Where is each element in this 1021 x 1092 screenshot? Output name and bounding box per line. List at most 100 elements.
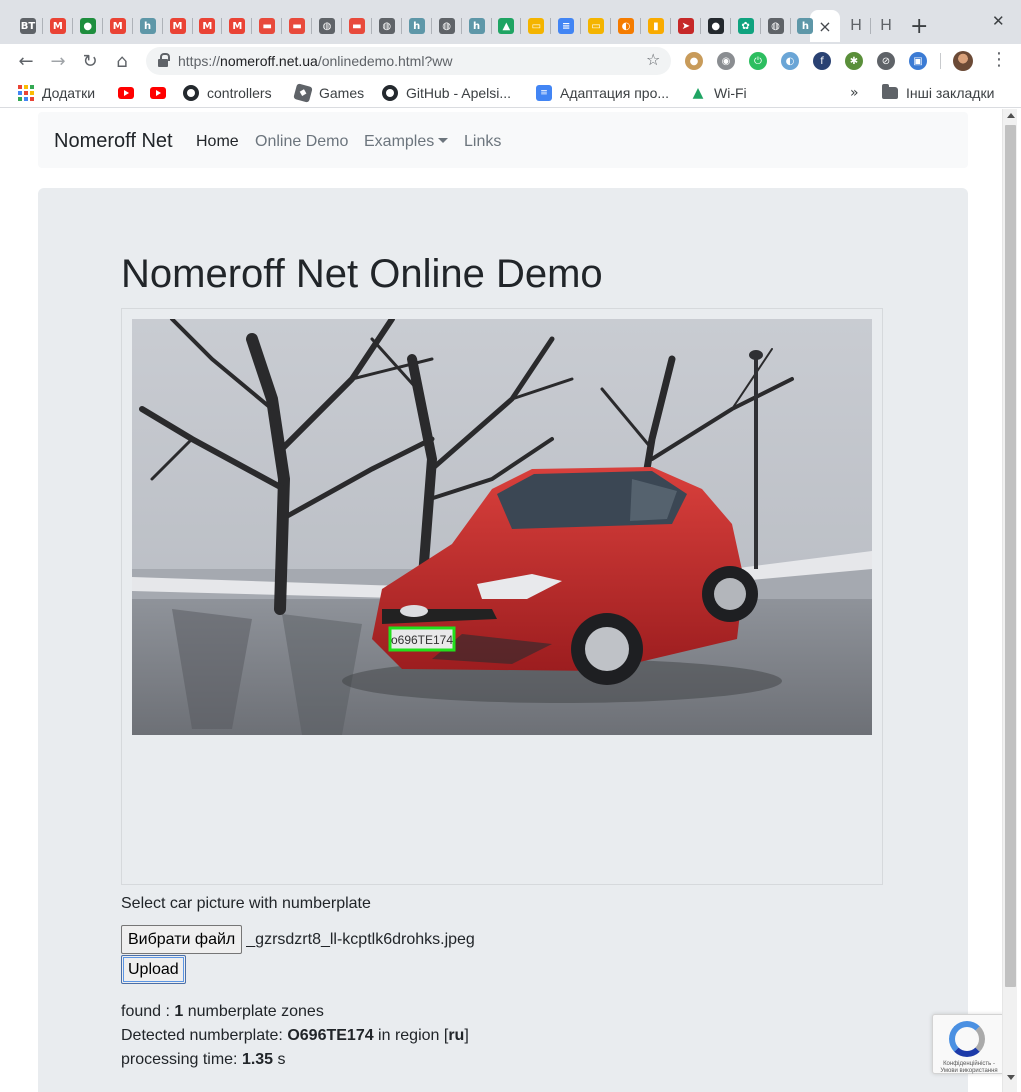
bookmark-youtube-2[interactable] [150,83,166,103]
tab-partial-1[interactable]: H [842,10,870,42]
tab-separator [580,18,582,34]
tab-slides[interactable]: ▭ [582,10,610,42]
select-picture-label: Select car picture with numberplate [121,895,371,912]
choose-file-button[interactable]: Вибрати файл [121,925,243,954]
new-tab-button[interactable]: + [910,14,928,39]
tab-github[interactable]: ● [702,10,730,42]
tab-separator [490,18,492,34]
forward-arrow-icon[interactable]: → [47,50,69,72]
tab-separator [71,18,73,34]
tab-h[interactable]: h [403,10,431,42]
tab-orange[interactable]: ◐ [612,10,640,42]
apps-grid-icon [18,85,34,101]
site-navbar: Nomeroff Net Home Online Demo Examples L… [38,112,968,168]
tab-gmail[interactable]: M [164,10,192,42]
bookmark-adaptation[interactable]: ≡ Адаптация про... [536,83,669,103]
tab-globe[interactable]: ◍ [313,10,341,42]
bookmark-youtube-1[interactable] [118,83,134,103]
other-bookmarks-folder[interactable]: Інші закладки [882,83,994,103]
extension-capture-icon[interactable]: ▣ [909,52,927,70]
h-icon: h [408,18,425,34]
tab-h[interactable]: h [463,10,491,42]
tab-frog[interactable]: ● [74,10,102,42]
tab-openai[interactable]: ✿ [732,10,760,42]
extension-fedora-icon[interactable]: f [813,52,831,70]
window-close-icon[interactable]: ✕ [992,12,1005,30]
gmail-icon: M [109,18,126,34]
scroll-up-arrow-icon[interactable] [1007,113,1015,118]
nav-online-demo[interactable]: Online Demo [255,133,348,151]
upload-wrapper: Upload [121,955,186,984]
reload-icon[interactable]: ↻ [79,50,101,72]
recaptcha-privacy-text[interactable]: Конфіденційність - Умови використання [935,1061,1003,1075]
site-brand[interactable]: Nomeroff Net [54,130,173,153]
tab-separator [42,18,43,34]
address-bar[interactable]: https://nomeroff.net.ua/onlinedemo.html?… [146,47,671,75]
lock-icon[interactable] [158,53,170,67]
bookmark-star-icon[interactable]: ☆ [646,50,660,69]
tab-car[interactable]: ▬ [253,10,281,42]
bookmarks-overflow-button[interactable]: » [850,83,859,103]
tab-bird[interactable]: ➤ [672,10,700,42]
folder-icon [882,84,898,99]
globe-icon: ◍ [378,18,395,34]
tab-gmail[interactable]: M [104,10,132,42]
tab-gmail[interactable]: M [223,10,251,42]
browser-toolbar: ← → ↻ ⌂ https://nomeroff.net.ua/onlinede… [0,44,1021,78]
tab-separator [870,18,871,34]
bookmark-controllers[interactable]: controllers [183,83,272,103]
url-text[interactable]: https://nomeroff.net.ua/onlinedemo.html?… [178,53,452,69]
tab-globe[interactable]: ◍ [762,10,790,42]
nav-home[interactable]: Home [196,133,239,151]
recaptcha-badge[interactable]: Конфіденційність - Умови використання [932,1014,1004,1074]
tab-car[interactable]: ▬ [343,10,371,42]
tab-globe[interactable]: ◍ [373,10,401,42]
car-icon: ▬ [348,18,365,34]
bookmark-wifi[interactable]: ▲ Wi-Fi [690,83,747,103]
bookmark-apps[interactable]: Додатки [18,83,95,103]
car-photo-illustration: o696TE174 [132,319,872,735]
nav-links[interactable]: Links [464,133,501,151]
tab-separator [281,18,283,34]
tab-globe[interactable]: ◍ [433,10,461,42]
tab-separator [520,18,522,34]
globe-icon: ◍ [767,18,784,34]
upload-button[interactable]: Upload [121,955,186,984]
tab-slides[interactable]: ▭ [522,10,550,42]
tab-h[interactable]: h [134,10,162,42]
tab-separator [101,18,103,34]
tab-car[interactable]: ▬ [283,10,311,42]
close-tab-icon[interactable]: × [818,17,831,36]
extension-cookie-icon[interactable]: ● [685,52,703,70]
tab-bt[interactable]: BT [14,10,42,42]
result-processing-time: processing time: 1.35 s [121,1051,286,1068]
tab-partial-2[interactable]: H [872,10,900,42]
scroll-down-arrow-icon[interactable] [1007,1075,1015,1080]
scroll-thumb[interactable] [1005,125,1016,987]
back-arrow-icon[interactable]: ← [15,50,37,72]
gmail-icon: M [169,18,186,34]
tab-separator [729,18,731,34]
nav-examples-dropdown[interactable]: Examples [364,133,449,151]
tab-separator [789,18,791,34]
extension-tree-icon[interactable]: ✱ [845,52,863,70]
tab-h[interactable]: h [791,10,819,42]
tab-drive[interactable]: ▲ [492,10,520,42]
page-scrollbar[interactable] [1002,109,1017,1092]
extension-camera-icon[interactable]: ◉ [717,52,735,70]
browser-menu-icon[interactable]: ⋮ [990,49,1008,70]
bookmark-games[interactable]: ◆ Games [293,83,364,103]
extension-sidebar-icon[interactable]: ◐ [781,52,799,70]
tab-gmail[interactable]: M [193,10,221,42]
extension-evernote-icon[interactable]: ⏻ [749,52,767,70]
slides-icon: ▭ [528,18,545,34]
home-icon[interactable]: ⌂ [111,50,133,72]
tab-docs[interactable]: ≡ [552,10,580,42]
tab-gmail[interactable]: M [44,10,72,42]
bookmark-github-apelsin[interactable]: GitHub - Apelsi... [382,83,511,103]
demo-panel: Nomeroff Net Online Demo o696TE174 Selec… [38,188,968,1092]
tab-analytics[interactable]: ▮ [642,10,670,42]
extension-compass-icon[interactable]: ⊘ [877,52,895,70]
tab-separator [759,18,761,34]
profile-avatar[interactable] [953,51,973,71]
